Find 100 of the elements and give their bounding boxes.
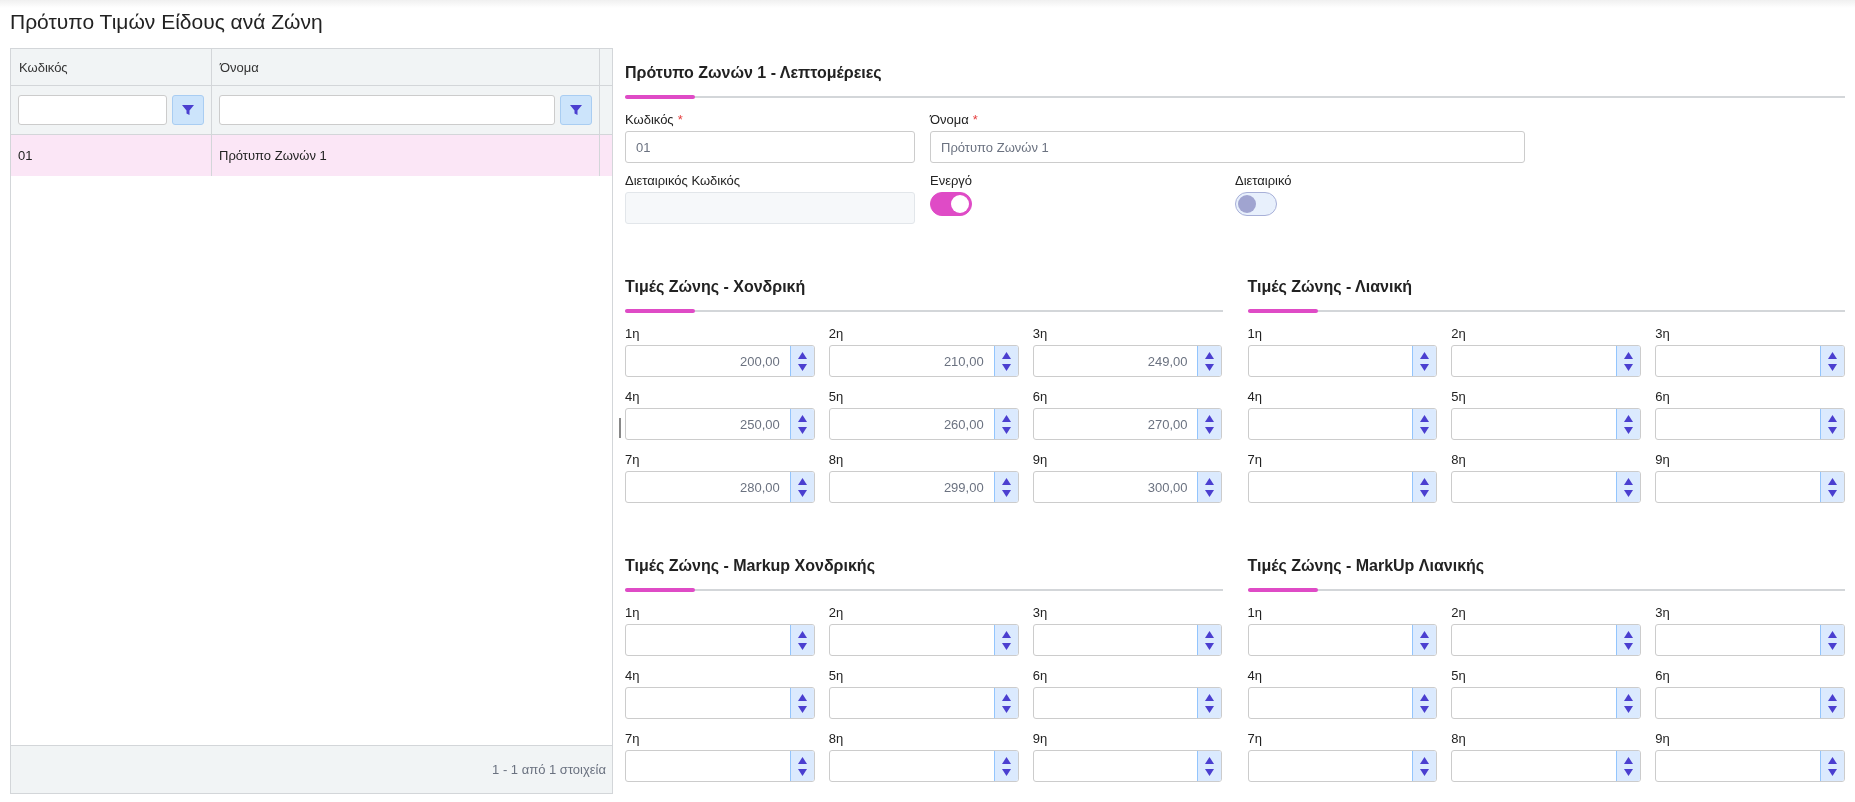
filter-button[interactable] bbox=[560, 95, 592, 125]
number-field[interactable]: 249,00 bbox=[1032, 345, 1223, 377]
spin-down-icon[interactable] bbox=[1420, 363, 1430, 371]
spin-down-icon[interactable] bbox=[1001, 363, 1011, 371]
spin-down-icon[interactable] bbox=[1624, 363, 1634, 371]
spin-down-icon[interactable] bbox=[1205, 363, 1215, 371]
spin-down-icon[interactable] bbox=[1001, 426, 1011, 434]
spin-down-icon[interactable] bbox=[1205, 705, 1215, 713]
spin-up-icon[interactable] bbox=[1420, 414, 1430, 422]
number-field[interactable] bbox=[1655, 471, 1845, 503]
number-field[interactable] bbox=[1655, 408, 1845, 440]
number-field[interactable] bbox=[1032, 750, 1223, 782]
spin-up-icon[interactable] bbox=[1828, 477, 1837, 485]
spin-down-icon[interactable] bbox=[1828, 489, 1837, 497]
spin-up-icon[interactable] bbox=[1420, 756, 1430, 764]
spin-down-icon[interactable] bbox=[1001, 705, 1011, 713]
number-field[interactable] bbox=[1655, 345, 1845, 377]
number-field[interactable] bbox=[1247, 687, 1438, 719]
spin-down-icon[interactable] bbox=[1624, 705, 1634, 713]
spin-up-icon[interactable] bbox=[1205, 477, 1215, 485]
spin-up-icon[interactable] bbox=[1205, 351, 1215, 359]
spin-down-icon[interactable] bbox=[1420, 642, 1430, 650]
number-field[interactable]: 260,00 bbox=[828, 408, 1019, 440]
spin-up-icon[interactable] bbox=[1624, 756, 1634, 764]
spin-down-icon[interactable] bbox=[1001, 768, 1011, 776]
spin-up-icon[interactable] bbox=[1828, 693, 1837, 701]
number-field[interactable] bbox=[1247, 345, 1438, 377]
spin-down-icon[interactable] bbox=[1420, 426, 1430, 434]
spin-up-icon[interactable] bbox=[1205, 693, 1215, 701]
spin-down-icon[interactable] bbox=[1001, 489, 1011, 497]
spin-up-icon[interactable] bbox=[1420, 351, 1430, 359]
spin-up-icon[interactable] bbox=[1624, 351, 1634, 359]
spin-down-icon[interactable] bbox=[1624, 768, 1634, 776]
spin-down-icon[interactable] bbox=[1828, 768, 1837, 776]
spin-up-icon[interactable] bbox=[1828, 630, 1837, 638]
filter-field[interactable] bbox=[18, 95, 167, 125]
spin-up-icon[interactable] bbox=[1624, 693, 1634, 701]
spin-down-icon[interactable] bbox=[1828, 426, 1837, 434]
number-field[interactable]: 270,00 bbox=[1032, 408, 1223, 440]
spin-down-icon[interactable] bbox=[1420, 489, 1430, 497]
grid-row[interactable]: 01 Πρότυπο Ζωνών 1 bbox=[11, 135, 612, 176]
spin-up-icon[interactable] bbox=[1624, 630, 1634, 638]
spin-up-icon[interactable] bbox=[797, 477, 807, 485]
toggle-switch[interactable] bbox=[930, 192, 972, 216]
toggle-switch[interactable] bbox=[1235, 192, 1277, 216]
spin-down-icon[interactable] bbox=[1420, 705, 1430, 713]
spin-up-icon[interactable] bbox=[1828, 414, 1837, 422]
spin-down-icon[interactable] bbox=[1624, 489, 1634, 497]
number-field[interactable] bbox=[1451, 624, 1642, 656]
spin-down-icon[interactable] bbox=[1624, 426, 1634, 434]
spin-down-icon[interactable] bbox=[797, 642, 807, 650]
spin-up-icon[interactable] bbox=[1001, 630, 1011, 638]
number-field[interactable] bbox=[1451, 687, 1642, 719]
spin-up-icon[interactable] bbox=[1205, 630, 1215, 638]
filter-button[interactable] bbox=[172, 95, 204, 125]
spin-down-icon[interactable] bbox=[797, 768, 807, 776]
spin-up-icon[interactable] bbox=[1205, 756, 1215, 764]
number-field[interactable] bbox=[1451, 750, 1642, 782]
spin-down-icon[interactable] bbox=[1624, 642, 1634, 650]
number-field[interactable] bbox=[625, 750, 815, 782]
spin-up-icon[interactable] bbox=[1624, 477, 1634, 485]
number-field[interactable]: 210,00 bbox=[828, 345, 1019, 377]
spin-up-icon[interactable] bbox=[797, 693, 807, 701]
number-field[interactable] bbox=[1247, 750, 1438, 782]
number-field[interactable]: 200,00 bbox=[625, 345, 815, 377]
spin-up-icon[interactable] bbox=[797, 414, 807, 422]
spin-down-icon[interactable] bbox=[1205, 489, 1215, 497]
spin-up-icon[interactable] bbox=[1624, 414, 1634, 422]
spin-down-icon[interactable] bbox=[1828, 642, 1837, 650]
spin-up-icon[interactable] bbox=[1001, 477, 1011, 485]
number-field[interactable]: 250,00 bbox=[625, 408, 815, 440]
splitter-handle[interactable] bbox=[619, 418, 621, 438]
spin-down-icon[interactable] bbox=[797, 489, 807, 497]
number-field[interactable]: 280,00 bbox=[625, 471, 815, 503]
filter-field[interactable] bbox=[219, 95, 555, 125]
spin-up-icon[interactable] bbox=[1001, 693, 1011, 701]
spin-down-icon[interactable] bbox=[797, 426, 807, 434]
column-header[interactable]: Όνομα bbox=[212, 49, 600, 85]
spin-up-icon[interactable] bbox=[1420, 630, 1430, 638]
spin-up-icon[interactable] bbox=[1828, 351, 1837, 359]
spin-up-icon[interactable] bbox=[1828, 756, 1837, 764]
spin-down-icon[interactable] bbox=[1001, 642, 1011, 650]
spin-down-icon[interactable] bbox=[1205, 426, 1215, 434]
spin-up-icon[interactable] bbox=[1001, 351, 1011, 359]
number-field[interactable] bbox=[828, 750, 1019, 782]
number-field[interactable] bbox=[1247, 471, 1438, 503]
number-field[interactable] bbox=[625, 687, 815, 719]
number-field[interactable] bbox=[1032, 624, 1223, 656]
spin-up-icon[interactable] bbox=[1001, 756, 1011, 764]
spin-up-icon[interactable] bbox=[797, 630, 807, 638]
number-field[interactable]: 300,00 bbox=[1032, 471, 1223, 503]
spin-up-icon[interactable] bbox=[1420, 477, 1430, 485]
spin-down-icon[interactable] bbox=[1828, 705, 1837, 713]
number-field[interactable] bbox=[1655, 624, 1845, 656]
spin-down-icon[interactable] bbox=[797, 705, 807, 713]
number-field[interactable] bbox=[1451, 345, 1642, 377]
spin-up-icon[interactable] bbox=[1205, 414, 1215, 422]
number-field[interactable]: 299,00 bbox=[828, 471, 1019, 503]
text-field[interactable]: 01 bbox=[625, 131, 915, 163]
number-field[interactable] bbox=[828, 687, 1019, 719]
